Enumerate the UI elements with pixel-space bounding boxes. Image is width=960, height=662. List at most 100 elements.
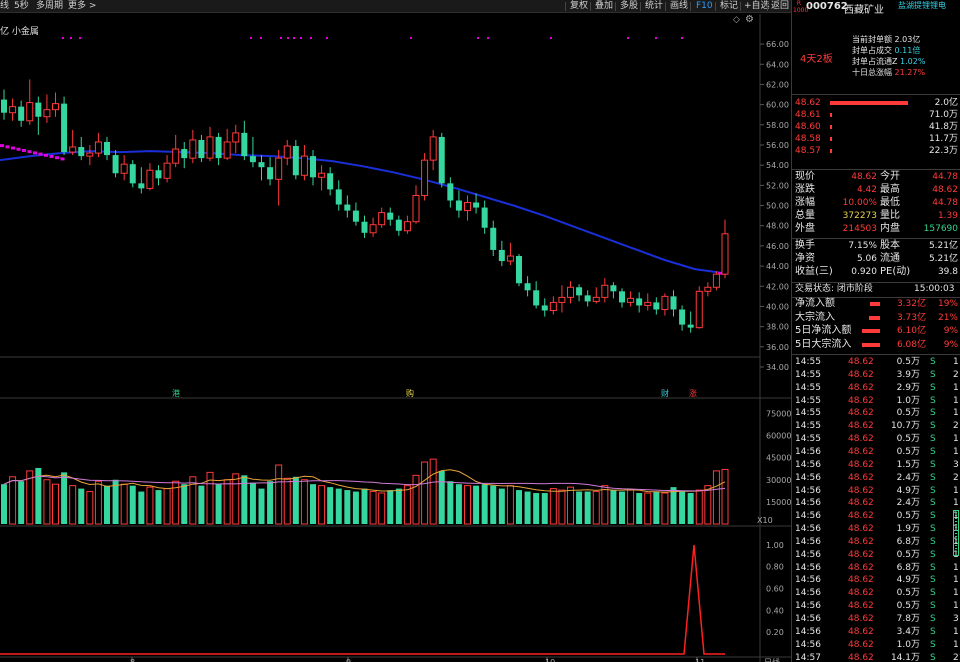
volume-bar: [644, 492, 652, 525]
chart-area[interactable]: 66.00 64.00 62.00 60.00 58.00 56.00 54.00 52.00…: [0, 14, 791, 662]
volume-bar: [120, 483, 128, 525]
toolbar-item-multistock[interactable]: 多股: [620, 0, 638, 13]
candle-body: [206, 136, 214, 159]
candle-body: [378, 212, 386, 226]
order-book-row[interactable]: 48.57 22.3万: [792, 145, 960, 157]
candle-body: [627, 297, 635, 303]
candle-body: [138, 183, 145, 189]
candle-body: [567, 286, 574, 298]
toolbar-item-add-watchlist[interactable]: +自选: [744, 0, 770, 13]
price-axis-label: 62.00: [766, 80, 789, 89]
event-marker-finance[interactable]: 财: [661, 388, 669, 399]
chart-title: 亿 小金属: [0, 27, 39, 37]
tick-list[interactable]: 14:55 48.62 0.5万 S 1 14:55 48.62 3.9万 S 2 14:55 48.…: [792, 356, 960, 662]
volume-bar: [387, 490, 394, 524]
candle-body: [576, 287, 583, 296]
volume-bar: [18, 481, 25, 524]
toolbar-item-more[interactable]: 更多 >: [68, 0, 96, 13]
toolbar-item-draw[interactable]: 画线: [670, 0, 688, 13]
tick-row: 14:56 48.62 3.4万 S 1: [795, 626, 959, 637]
volume-bar: [241, 475, 248, 524]
candle-body: [249, 156, 256, 163]
volume-bar: [670, 487, 677, 524]
price-axis-label: 52.00: [766, 181, 789, 190]
tick-row: 14:56 48.62 4.9万 S 1: [795, 575, 959, 586]
volume-bar: [661, 492, 669, 525]
volume-axis-label: 75000: [766, 409, 791, 418]
quote-row: 总量 372273 量比 1.39: [795, 210, 958, 221]
volume-bar: [215, 484, 222, 524]
fund-flow-row: 大宗流入 3.73亿 21%: [795, 311, 958, 323]
tick-row: 14:56 48.62 7.8万 S 3: [795, 614, 959, 624]
quote-row: 现价 48.62 今开 44.78: [795, 171, 958, 182]
toolbar-item-multiperiod[interactable]: 多周期: [36, 0, 63, 13]
event-marker-purchase[interactable]: 购: [406, 388, 414, 399]
volume-bar: [352, 491, 359, 524]
volume-bar: [429, 458, 437, 525]
candlestick-chart[interactable]: 66.00 64.00 62.00 60.00 58.00 56.00 54.00 52.00…: [0, 14, 791, 662]
order-book-row[interactable]: 48.60 41.8万: [792, 121, 960, 133]
diamond-icon[interactable]: ◇: [733, 15, 740, 25]
volume-bar: [558, 489, 566, 525]
volume-bar: [490, 485, 497, 524]
volume-bar: [695, 489, 703, 525]
candle-body: [69, 146, 77, 153]
candle-body: [506, 255, 514, 262]
order-book-row[interactable]: 48.62 2.0亿: [792, 97, 960, 109]
event-marker-hk[interactable]: 港: [172, 388, 180, 399]
candle-body: [267, 167, 274, 180]
toolbar-item-5sec[interactable]: 5秒: [14, 0, 29, 13]
volume-bar: [155, 490, 162, 524]
volume-bar: [498, 488, 505, 524]
price-axis-label: 66.00: [766, 40, 789, 49]
candle-body: [172, 148, 180, 164]
tick-row: 14:5648.621.9万S1: [795, 524, 959, 535]
concept-tag[interactable]: 盐湖提锂锂电: [898, 0, 946, 11]
stock-name[interactable]: 西藏矿业: [844, 1, 884, 16]
toolbar-item-fuquan[interactable]: 复权: [570, 0, 588, 13]
candle-body: [155, 170, 162, 179]
toolbar-item-f10[interactable]: F10: [696, 0, 713, 13]
candle-body: [584, 295, 591, 302]
volume-bar: [146, 486, 154, 525]
toolbar-item-stats[interactable]: 统计: [645, 0, 663, 13]
candle-body: [198, 139, 205, 159]
candle-body: [421, 159, 429, 196]
toolbar-item-line[interactable]: 线: [0, 0, 9, 13]
event-marker-limitup[interactable]: 涨: [689, 388, 697, 399]
volume-bar: [473, 485, 480, 524]
candle-body: [146, 169, 154, 189]
order-book-row[interactable]: 48.58 11.7万: [792, 133, 960, 145]
toolbar-item-mark[interactable]: 标记: [720, 0, 738, 13]
indicator-axis-label: 0.80: [766, 563, 784, 572]
tick-scrollbar[interactable]: [953, 510, 959, 556]
fund-flow-row: 5日净流入额 6.10亿 9%: [795, 325, 958, 336]
volume-bar: [198, 485, 205, 524]
candle-body: [712, 273, 720, 288]
toolbar-item-back[interactable]: 返回: [771, 0, 789, 13]
quote-table-2: 换手 7.15% 股本 5.21亿 净资 5.06 流通 5.21亿 收益(三) 0.920 PE(…: [792, 240, 960, 280]
candle-body: [310, 156, 316, 178]
ma-dot: [27, 150, 32, 154]
settings-gear-icon[interactable]: ⚙: [745, 14, 754, 25]
candle-body: [695, 290, 703, 329]
toolbar-item-overlay[interactable]: 叠加: [595, 0, 613, 13]
ma-dot: [11, 146, 15, 150]
volume-bar: [9, 476, 17, 525]
candle-body: [361, 221, 368, 233]
indicator-axis-label: 0.60: [766, 585, 784, 594]
fund-flow-row: 净流入额 3.32亿 19%: [795, 298, 958, 309]
order-book-row[interactable]: 48.61 71.0万: [792, 109, 960, 121]
ma-dot: [16, 147, 21, 151]
candle-body: [516, 256, 522, 284]
volume-bar: [524, 491, 531, 524]
candle-body: [215, 136, 222, 159]
volume-bar: [610, 490, 617, 524]
ma-dot: [0, 144, 4, 148]
candle-body: [61, 103, 68, 153]
ma-dot: [5, 145, 10, 149]
volume-bar: [112, 479, 119, 524]
volume-bar: [43, 479, 51, 525]
volume-bar: [412, 474, 420, 525]
candle-body: [300, 155, 308, 176]
